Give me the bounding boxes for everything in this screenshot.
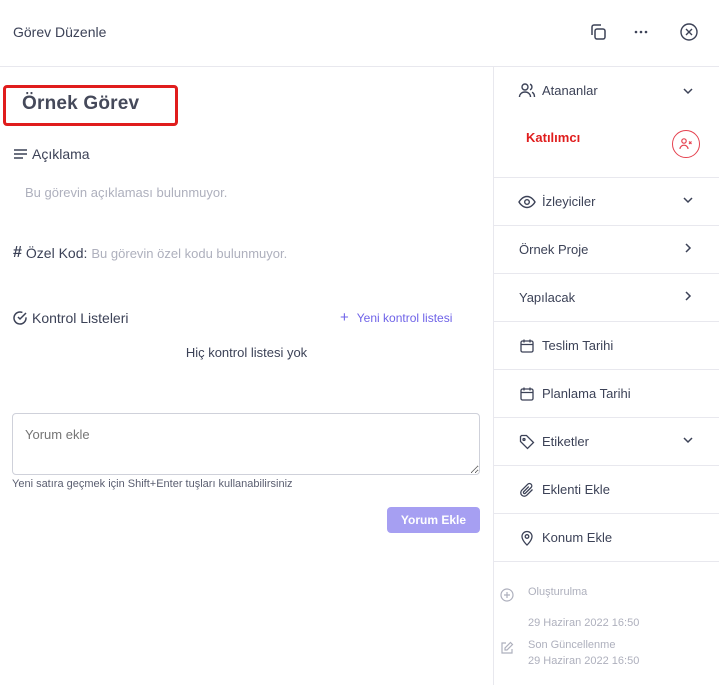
calendar-icon bbox=[518, 385, 536, 403]
project-row[interactable]: Örnek Proje bbox=[494, 226, 719, 274]
comment-input[interactable] bbox=[12, 413, 480, 475]
close-button[interactable] bbox=[678, 21, 700, 43]
more-button[interactable] bbox=[630, 21, 652, 43]
status-label: Yapılacak bbox=[519, 290, 576, 305]
description-heading: Açıklama bbox=[13, 146, 90, 162]
add-comment-button[interactable]: Yorum Ekle bbox=[387, 507, 480, 533]
tags-label: Etiketler bbox=[542, 434, 589, 449]
chevron-down-icon bbox=[683, 88, 693, 95]
copy-icon bbox=[591, 24, 606, 40]
checklists-heading: Kontrol Listeleri bbox=[12, 310, 129, 326]
custom-code-row: # Özel Kod: Bu görevin özel kodu bulunmu… bbox=[13, 244, 287, 262]
eye-icon bbox=[518, 193, 536, 211]
created-date: 29 Haziran 2022 16:50 bbox=[528, 617, 640, 629]
assignees-toggle[interactable]: Atananlar bbox=[518, 81, 598, 99]
chevron-down-icon bbox=[683, 437, 693, 444]
assignees-label: Atananlar bbox=[542, 82, 598, 98]
task-title[interactable]: Örnek Görev bbox=[22, 93, 139, 115]
chevron-right-icon bbox=[685, 243, 692, 253]
edit-icon bbox=[501, 641, 514, 654]
updated-date: 29 Haziran 2022 16:50 bbox=[528, 655, 640, 667]
updated-label: Son Güncellenme bbox=[528, 639, 616, 651]
comment-hint: Yeni satıra geçmek için Shift+Enter tuşl… bbox=[12, 478, 293, 490]
participant-annotation: Katılımcı bbox=[526, 130, 581, 145]
copy-button[interactable] bbox=[587, 21, 609, 43]
add-checklist-label: Yeni kontrol listesi bbox=[356, 311, 453, 325]
users-icon bbox=[518, 81, 536, 99]
location-label: Konum Ekle bbox=[542, 530, 613, 545]
watchers-row[interactable]: İzleyiciler bbox=[494, 178, 719, 226]
checklists-label: Kontrol Listeleri bbox=[32, 310, 129, 326]
location-pin-icon bbox=[518, 529, 536, 547]
more-icon bbox=[634, 30, 648, 34]
attachment-label: Eklenti Ekle bbox=[542, 482, 610, 497]
task-sidebar: Atananlar Katılımcı İzleyiciler Örnek Pr… bbox=[493, 67, 719, 685]
close-icon bbox=[680, 23, 698, 41]
planning-date-label: Planlama Tarihi bbox=[542, 386, 631, 401]
add-checklist-button[interactable]: + Yeni kontrol listesi bbox=[340, 309, 453, 326]
plus-circle-icon bbox=[500, 588, 514, 602]
custom-code-label: Özel Kod: bbox=[25, 245, 88, 261]
task-details-panel: Örnek Görev Açıklama Bu görevin açıklama… bbox=[0, 67, 493, 685]
chevron-down-icon bbox=[683, 197, 693, 204]
planning-date-row[interactable]: Planlama Tarihi bbox=[494, 370, 719, 418]
add-participant-button[interactable] bbox=[672, 130, 700, 158]
hash-icon: # bbox=[13, 244, 22, 261]
created-label: Oluşturulma bbox=[528, 586, 588, 598]
attachment-row[interactable]: Eklenti Ekle bbox=[494, 466, 719, 514]
paperclip-icon bbox=[518, 481, 536, 499]
project-label: Örnek Proje bbox=[519, 242, 589, 257]
user-add-icon bbox=[679, 138, 692, 150]
description-label: Açıklama bbox=[32, 146, 90, 162]
check-circle-icon bbox=[13, 311, 27, 325]
checklists-empty-text: Hiç kontrol listesi yok bbox=[185, 345, 308, 360]
modal-header: Görev Düzenle bbox=[0, 0, 719, 67]
calendar-icon bbox=[518, 337, 536, 355]
custom-code-empty-text[interactable]: Bu görevin özel kodu bulunmuyor. bbox=[91, 246, 287, 261]
modal-title: Görev Düzenle bbox=[13, 24, 107, 40]
due-date-label: Teslim Tarihi bbox=[542, 338, 614, 353]
status-row[interactable]: Yapılacak bbox=[494, 274, 719, 322]
chevron-right-icon bbox=[685, 291, 692, 301]
due-date-row[interactable]: Teslim Tarihi bbox=[494, 322, 719, 370]
tag-icon bbox=[518, 433, 536, 451]
location-row[interactable]: Konum Ekle bbox=[494, 514, 719, 562]
plus-icon: + bbox=[340, 309, 349, 326]
text-align-icon bbox=[14, 149, 27, 159]
description-empty-text[interactable]: Bu görevin açıklaması bulunmuyor. bbox=[25, 185, 227, 200]
tags-row[interactable]: Etiketler bbox=[494, 418, 719, 466]
watchers-label: İzleyiciler bbox=[542, 194, 596, 209]
assignees-section: Atananlar Katılımcı bbox=[494, 67, 719, 178]
